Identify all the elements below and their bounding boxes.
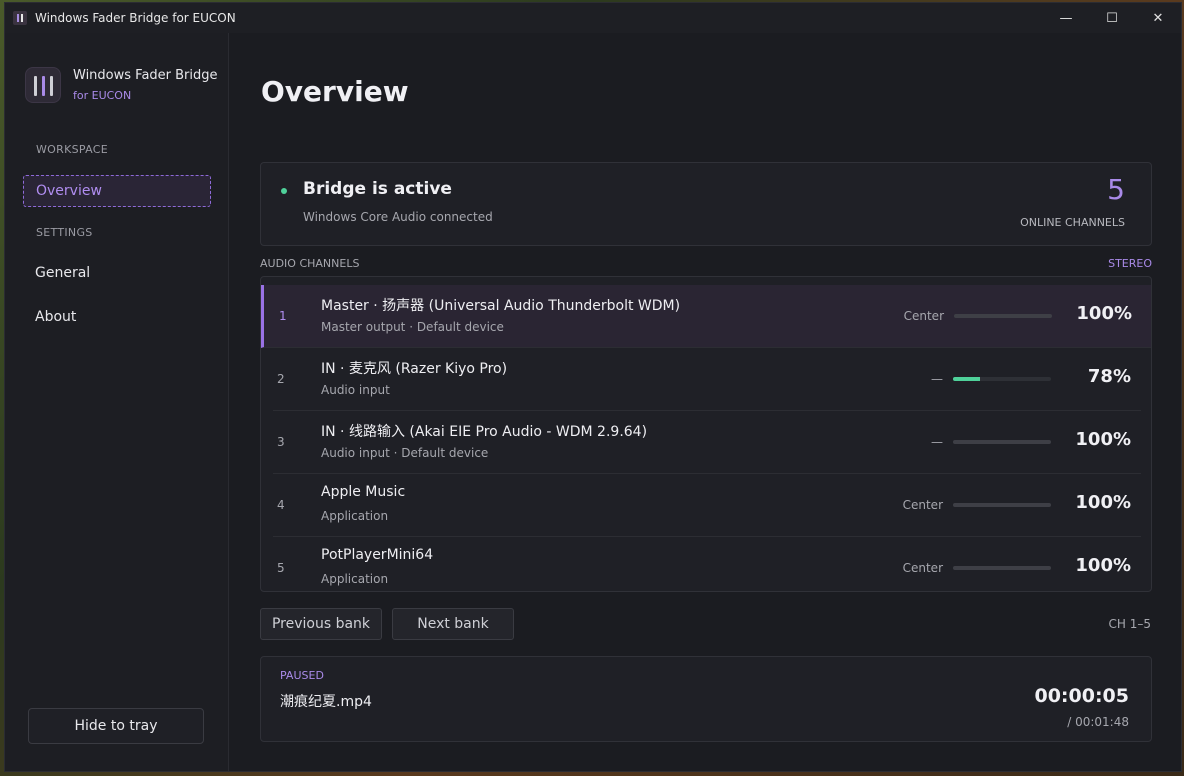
channel-subtitle: Audio input [321, 383, 390, 397]
channel-name: Apple Music [321, 484, 406, 500]
hide-to-tray-button[interactable]: Hide to tray [28, 708, 204, 744]
brand: Windows Fader Bridge for EUCON [25, 67, 218, 103]
bank-range-label: CH 1–5 [1108, 617, 1152, 631]
sidebar-item-overview[interactable]: Overview [23, 175, 211, 207]
channel-number: 2 [277, 372, 285, 386]
media-position: 00:00:05 [1034, 685, 1129, 707]
maximize-button[interactable]: ☐ [1089, 3, 1135, 33]
next-bank-button[interactable]: Next bank [392, 608, 514, 640]
fader-logo-icon [25, 67, 61, 103]
channel-level-fill [953, 377, 981, 381]
channel-percent: 100% [1076, 303, 1132, 324]
channel-row[interactable]: 5 PotPlayerMini64 Application Center 100… [273, 537, 1141, 600]
channel-name: PotPlayerMini64 [321, 547, 434, 563]
channel-subtitle: Master output · Default device [321, 320, 504, 334]
channel-number: 5 [277, 561, 285, 575]
channel-level-bar[interactable] [954, 314, 1052, 318]
channel-pan: — [931, 372, 943, 386]
channel-percent: 100% [1075, 555, 1131, 576]
channel-pan: — [931, 435, 943, 449]
minimize-button[interactable]: — [1043, 3, 1089, 33]
channel-percent: 100% [1075, 492, 1131, 513]
status-title: Bridge is active [303, 179, 452, 199]
app-window: Windows Fader Bridge for EUCON — ☐ ✕ Win… [4, 2, 1182, 772]
status-dot-icon [281, 188, 287, 194]
channels-header-label: AUDIO CHANNELS [260, 257, 360, 270]
channel-percent: 78% [1087, 366, 1131, 387]
channel-row[interactable]: 4 Apple Music Application Center 100% [273, 474, 1141, 537]
channel-subtitle: Audio input · Default device [321, 446, 489, 460]
channel-number: 1 [279, 309, 287, 323]
app-icon [13, 11, 27, 25]
channel-level-bar[interactable] [953, 566, 1051, 570]
channel-pan: Center [902, 498, 943, 512]
channel-level-bar[interactable] [953, 440, 1051, 444]
channel-level-fill [953, 503, 1051, 507]
media-filename: 潮痕纪夏.mp4 [280, 694, 372, 710]
channel-level-bar[interactable] [953, 377, 1051, 381]
online-channels-label: ONLINE CHANNELS [1020, 216, 1125, 229]
sidebar-item-about[interactable]: About [23, 301, 211, 333]
close-button[interactable]: ✕ [1135, 3, 1181, 33]
channel-level-fill [953, 566, 1051, 570]
channel-level-bar[interactable] [953, 503, 1051, 507]
channel-number: 3 [277, 435, 285, 449]
window-title: Windows Fader Bridge for EUCON [35, 11, 236, 25]
brand-title: Windows Fader Bridge [73, 68, 218, 83]
channel-percent: 100% [1075, 429, 1131, 450]
window-controls: — ☐ ✕ [1043, 3, 1181, 33]
channel-row[interactable]: 2 IN · 麦克风 (Razer Kiyo Pro) Audio input … [273, 348, 1141, 411]
title-bar: Windows Fader Bridge for EUCON — ☐ ✕ [5, 3, 1181, 33]
channel-name: IN · 麦克风 (Razer Kiyo Pro) [321, 361, 508, 377]
media-status: PAUSED [280, 669, 324, 682]
media-duration: / 00:01:48 [1067, 715, 1129, 729]
sidebar-item-general[interactable]: General [23, 257, 211, 289]
channel-row[interactable]: 3 IN · 线路输入 (Akai EIE Pro Audio - WDM 2.… [273, 411, 1141, 474]
main-content: Overview Bridge is active Windows Core A… [229, 33, 1181, 771]
channels-header: AUDIO CHANNELS STEREO [260, 257, 1152, 270]
channel-pan: Center [903, 309, 944, 323]
channel-name: IN · 线路输入 (Akai EIE Pro Audio - WDM 2.9.… [321, 424, 648, 440]
status-subtitle: Windows Core Audio connected [303, 210, 493, 224]
online-channels-count: 5 [1107, 173, 1125, 206]
page-title: Overview [261, 75, 409, 108]
channel-subtitle: Application [321, 572, 389, 586]
channel-row[interactable]: 1 Master · 扬声器 (Universal Audio Thunderb… [261, 285, 1151, 348]
previous-bank-button[interactable]: Previous bank [260, 608, 382, 640]
channel-pan: Center [902, 561, 943, 575]
channel-number: 4 [277, 498, 285, 512]
channel-subtitle: Application [321, 509, 389, 523]
channel-level-fill [953, 440, 1051, 444]
channel-name: Master · 扬声器 (Universal Audio Thunderbol… [321, 298, 681, 314]
brand-subtitle: for EUCON [73, 89, 132, 102]
settings-section-label: SETTINGS [36, 226, 93, 239]
media-card: PAUSED 潮痕纪夏.mp4 00:00:05 / 00:01:48 [260, 656, 1152, 742]
channels-mode-label[interactable]: STEREO [1108, 257, 1152, 270]
channel-list: 1 Master · 扬声器 (Universal Audio Thunderb… [260, 276, 1152, 592]
status-card: Bridge is active Windows Core Audio conn… [260, 162, 1152, 246]
workspace-section-label: WORKSPACE [36, 143, 108, 156]
channel-level-fill [954, 314, 1052, 318]
sidebar: Windows Fader Bridge for EUCON WORKSPACE… [5, 33, 229, 771]
